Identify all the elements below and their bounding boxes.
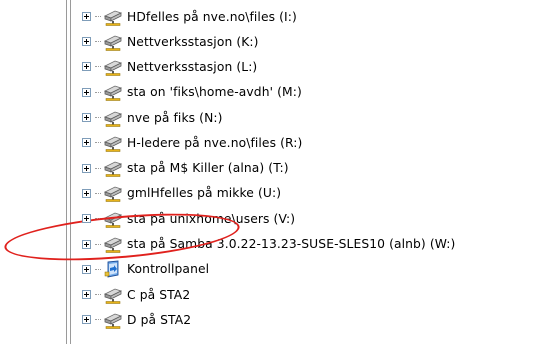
expand-button[interactable] <box>82 290 91 300</box>
network-drive-icon <box>103 136 123 152</box>
expand-button[interactable] <box>82 62 91 72</box>
tree-item-label: C på STA2 <box>127 287 191 302</box>
expand-button[interactable] <box>82 163 91 173</box>
tree-item-label: nve på fiks (N:) <box>127 110 223 125</box>
tree-item-label: Nettverksstasjon (L:) <box>127 59 258 74</box>
tree-guide-line <box>70 0 71 344</box>
expand-button[interactable] <box>82 188 91 198</box>
tree-item-label: sta på unixhome\users (V:) <box>127 211 296 226</box>
tree-item-label: sta på Samba 3.0.22-13.23-SUSE-SLES10 (a… <box>127 237 456 252</box>
expand-button[interactable] <box>82 113 91 123</box>
tree-item-label: sta på M$ Killer (alna) (T:) <box>127 161 289 176</box>
network-drive-icon <box>103 111 123 127</box>
tree-item-label: H-ledere på nve.no\files (R:) <box>127 135 303 150</box>
network-drive-icon <box>103 212 123 228</box>
tree-item-label: sta on 'fiks\home-avdh' (M:) <box>127 85 302 100</box>
network-drive-icon <box>103 288 123 304</box>
tree-item-label: HDfelles på nve.no\files (I:) <box>127 9 297 24</box>
expand-button[interactable] <box>82 214 91 224</box>
expand-button[interactable] <box>82 87 91 97</box>
tree-item-drive-i[interactable]: HDfelles på nve.no\files (I:) <box>82 4 455 29</box>
tree-item-kontrollpanel[interactable]: Kontrollpanel <box>82 257 455 282</box>
tree-item-drive-v[interactable]: sta på unixhome\users (V:) <box>82 206 455 231</box>
folder-tree: HDfelles på nve.no\files (I:) Nettverkss… <box>82 4 455 333</box>
tree-item-drive-n[interactable]: nve på fiks (N:) <box>82 105 455 130</box>
expand-button[interactable] <box>82 138 91 148</box>
tree-item-drive-t[interactable]: sta på M$ Killer (alna) (T:) <box>82 155 455 180</box>
control-panel-icon <box>104 260 119 278</box>
network-drive-icon <box>103 85 123 101</box>
expand-button[interactable] <box>82 239 91 249</box>
tree-item-label: D på STA2 <box>127 312 192 327</box>
network-drive-icon <box>103 313 123 329</box>
tree-item-label: Nettverksstasjon (K:) <box>127 34 259 49</box>
network-drive-icon <box>103 35 123 51</box>
tree-item-drive-l[interactable]: Nettverksstasjon (L:) <box>82 54 455 79</box>
network-drive-icon <box>103 186 123 203</box>
tree-guide-line <box>66 0 67 344</box>
network-drive-icon <box>103 10 123 26</box>
tree-item-drive-r[interactable]: H-ledere på nve.no\files (R:) <box>82 130 455 155</box>
tree-item-c-sta2[interactable]: C på STA2 <box>82 282 455 307</box>
tree-item-drive-k[interactable]: Nettverksstasjon (K:) <box>82 29 455 54</box>
tree-item-drive-u[interactable]: gmlHfelles på mikke (U:) <box>82 181 455 206</box>
network-drive-icon <box>103 237 123 253</box>
tree-item-label: Kontrollpanel <box>127 262 210 277</box>
expand-button[interactable] <box>82 37 91 47</box>
tree-item-drive-m[interactable]: sta on 'fiks\home-avdh' (M:) <box>82 80 455 105</box>
network-drive-icon <box>103 60 123 76</box>
expand-button[interactable] <box>82 315 91 325</box>
tree-item-label: gmlHfelles på mikke (U:) <box>127 186 282 201</box>
tree-item-d-sta2[interactable]: D på STA2 <box>82 307 455 332</box>
network-drive-icon <box>103 161 123 177</box>
expand-button[interactable] <box>82 264 91 274</box>
tree-item-drive-w[interactable]: sta på Samba 3.0.22-13.23-SUSE-SLES10 (a… <box>82 231 455 256</box>
expand-button[interactable] <box>82 12 91 21</box>
